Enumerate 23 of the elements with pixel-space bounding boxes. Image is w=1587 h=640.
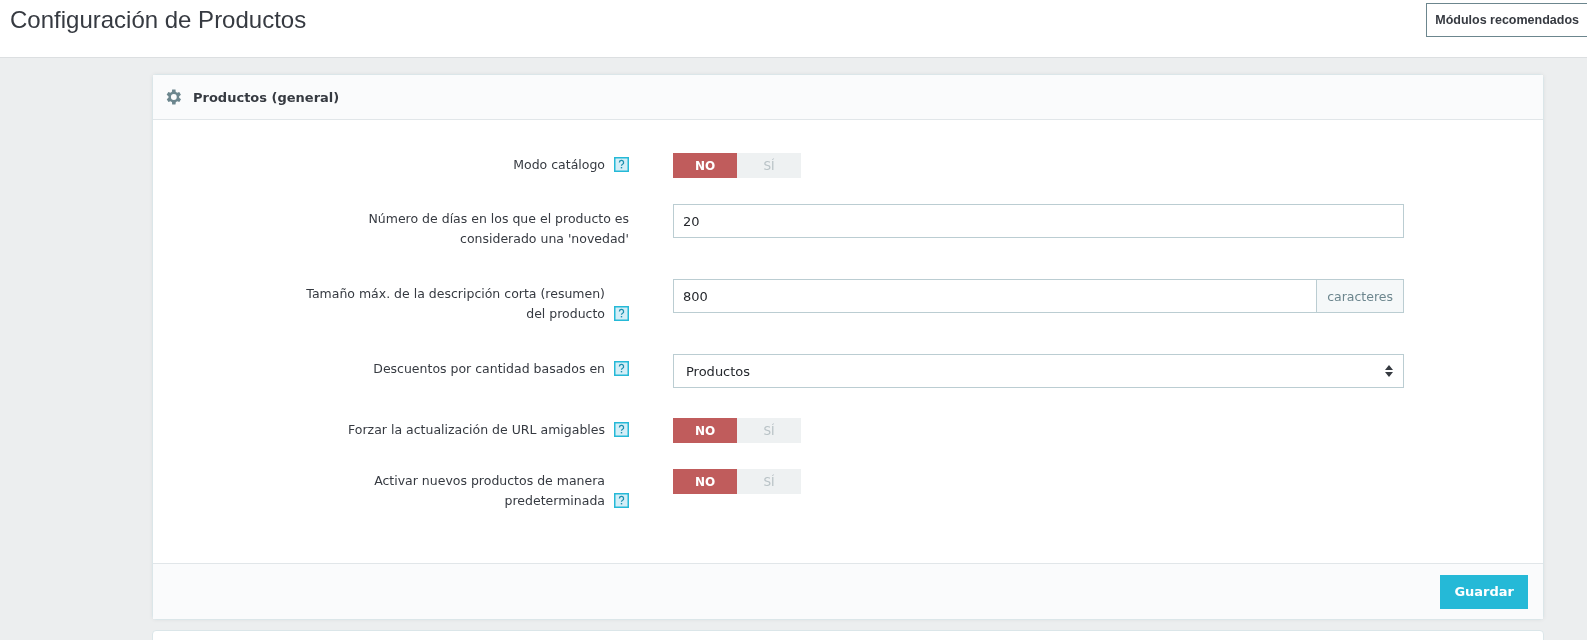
- sort-caret-icon: [1385, 365, 1393, 377]
- switch-option[interactable]: NO: [673, 469, 737, 494]
- input-addon: caracteres: [1317, 279, 1404, 313]
- field-label: Modo catálogo: [513, 156, 605, 174]
- field-label: Tamaño máx. de la descripción corta (resumen) del producto: [305, 285, 605, 323]
- field-label: Descuentos por cantidad basados en: [373, 360, 605, 378]
- input-field[interactable]: 800: [673, 279, 1318, 313]
- page-title: Configuración de Productos: [10, 6, 307, 34]
- input-field[interactable]: 20: [673, 204, 1404, 238]
- switch-option[interactable]: NO: [673, 418, 737, 443]
- switch-option[interactable]: NO: [673, 153, 737, 178]
- recommended-modules-button[interactable]: Módulos recomendados: [1426, 3, 1587, 37]
- help-icon[interactable]: [614, 422, 629, 437]
- help-icon[interactable]: [614, 361, 629, 376]
- panel-title: Productos (general): [193, 89, 340, 105]
- field-label: Activar nuevos productos de manera predeterminada: [373, 472, 605, 510]
- save-button[interactable]: Guardar: [1440, 574, 1528, 609]
- select-field[interactable]: Productos: [673, 354, 1404, 388]
- help-icon[interactable]: [614, 306, 629, 321]
- field-label: Forzar la actualización de URL amigables: [348, 421, 605, 439]
- field-label: Número de días en los que el producto es considerado una 'novedad': [367, 210, 629, 248]
- help-icon[interactable]: [614, 157, 629, 172]
- help-icon[interactable]: [614, 493, 629, 508]
